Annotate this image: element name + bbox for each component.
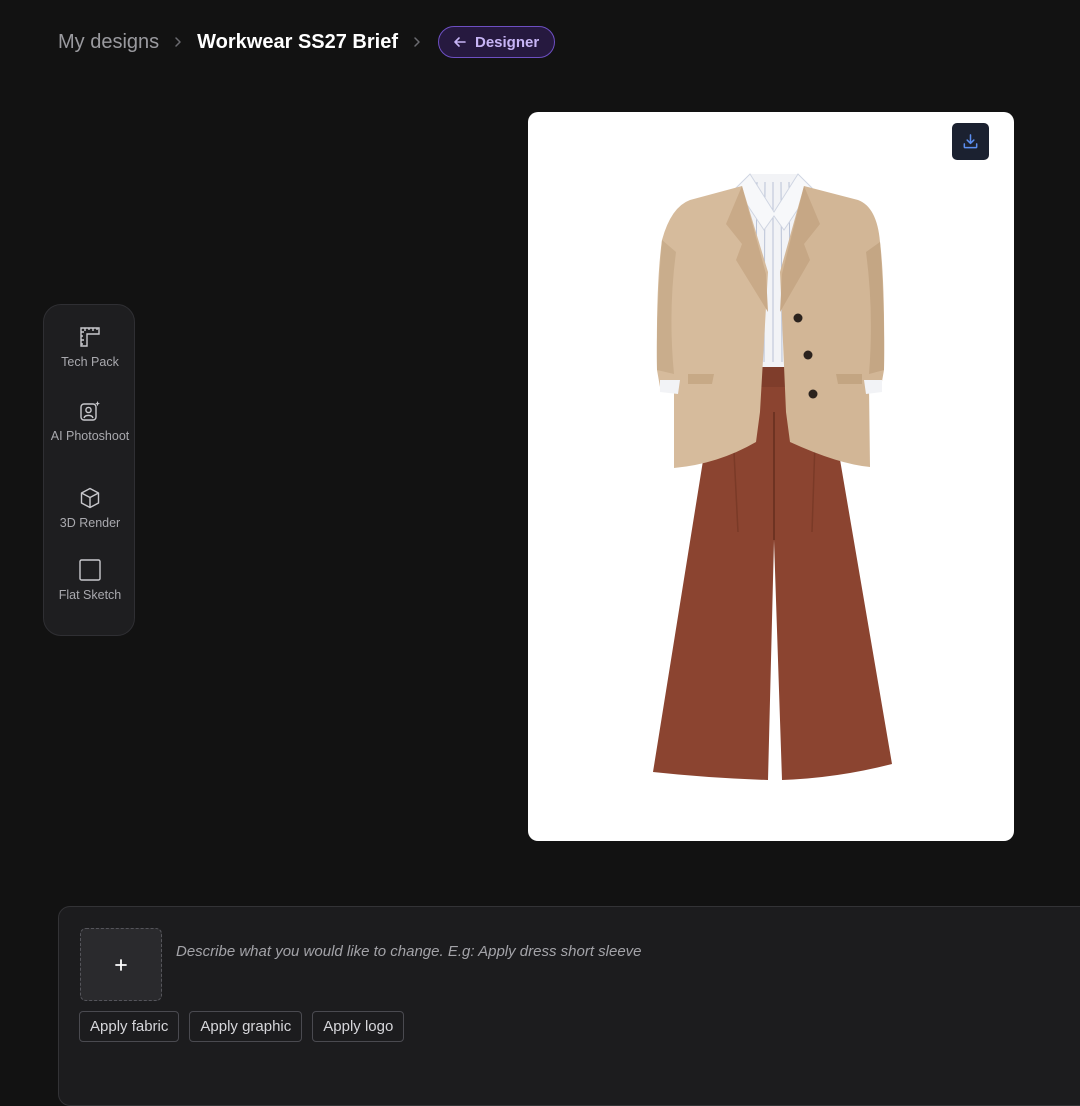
- upload-reference-button[interactable]: [80, 928, 162, 1001]
- tool-tech-pack[interactable]: Tech Pack: [44, 325, 136, 370]
- tool-3d-render[interactable]: 3D Render: [44, 486, 136, 531]
- arrow-left-icon: [453, 35, 467, 49]
- garment-preview-image: [653, 173, 892, 780]
- change-prompt-input[interactable]: [176, 939, 996, 963]
- download-icon: [961, 132, 980, 151]
- tool-label: AI Photoshoot: [50, 429, 130, 443]
- designer-mode-label: Designer: [475, 33, 540, 51]
- designer-mode-button[interactable]: Designer: [438, 26, 556, 58]
- square-outline-icon: [78, 558, 102, 582]
- design-preview-card: [528, 112, 1014, 841]
- cube-icon: [78, 486, 102, 510]
- tool-ai-photoshoot[interactable]: AI Photoshoot: [44, 399, 136, 444]
- tool-rail: Tech Pack AI Photoshoot 3D Render Flat S…: [43, 304, 135, 636]
- apply-fabric-button[interactable]: Apply fabric: [79, 1011, 180, 1042]
- chevron-right-icon: [398, 36, 436, 48]
- chevron-right-icon: [159, 36, 197, 48]
- breadcrumb-current-design: Workwear SS27 Brief: [197, 30, 398, 53]
- tool-label: Flat Sketch: [58, 588, 122, 602]
- breadcrumb: My designs Workwear SS27 Brief Designer: [58, 24, 556, 60]
- plus-icon: [114, 958, 128, 972]
- breadcrumb-my-designs-link[interactable]: My designs: [58, 31, 159, 54]
- ruler-square-icon: [78, 325, 102, 349]
- apply-logo-button[interactable]: Apply logo: [312, 1011, 405, 1042]
- apply-graphic-button[interactable]: Apply graphic: [189, 1011, 303, 1042]
- download-button[interactable]: [952, 123, 989, 160]
- quick-action-chips: Apply fabric Apply graphic Apply logo: [79, 1011, 405, 1042]
- tool-label: 3D Render: [59, 516, 121, 530]
- ai-portrait-icon: [78, 399, 102, 423]
- tool-label: Tech Pack: [61, 355, 119, 369]
- tool-flat-sketch[interactable]: Flat Sketch: [44, 558, 136, 603]
- prompt-panel: Apply fabric Apply graphic Apply logo: [58, 906, 1080, 1106]
